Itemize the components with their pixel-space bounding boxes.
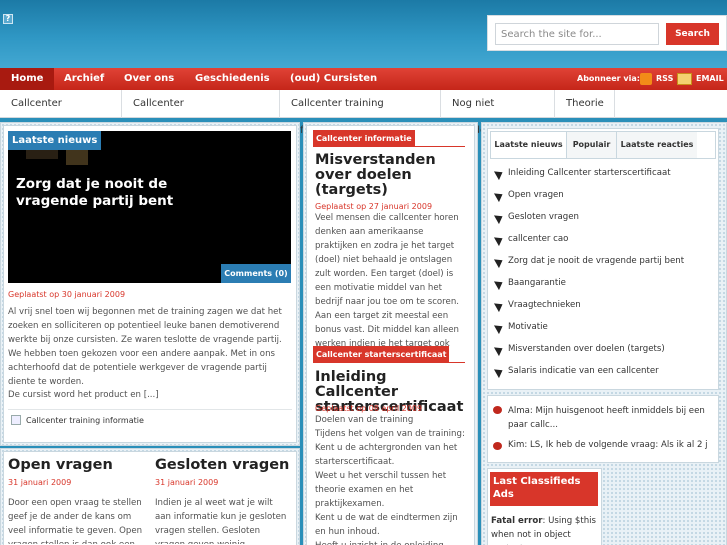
sidebar-item-label[interactable]: Inleiding Callcenter starterscertificaat <box>508 168 671 178</box>
featured-label: Laatste nieuws <box>8 131 102 150</box>
site-header: ? Search <box>0 0 727 68</box>
post-meta: 31 januari 2009 <box>155 478 219 487</box>
sidebar-tabs: Laatste nieuws Populair Laatste reacties <box>490 131 716 159</box>
featured-title[interactable]: Zorg dat je nooit de vragende partij ben… <box>16 176 176 210</box>
featured-body: Al vrij snel toen wij begonnen met de tr… <box>8 307 282 387</box>
sidebar-item-label[interactable]: Motivatie <box>508 322 548 332</box>
post-category-tag[interactable]: Callcenter informatie <box>313 130 415 147</box>
email-link[interactable]: EMAIL <box>696 68 724 90</box>
tab-laatste-reacties[interactable]: Laatste reacties <box>617 132 697 158</box>
tab-laatste-nieuws[interactable]: Laatste nieuws <box>491 132 567 158</box>
search-button[interactable]: Search <box>666 23 719 45</box>
rss-link[interactable]: RSS <box>656 68 673 90</box>
sidebar-item-label[interactable]: Baangarantie <box>508 278 566 288</box>
subscribe-label: Abonneer via: <box>577 74 640 83</box>
sidebar-item-label[interactable]: Gesloten vragen <box>508 212 579 222</box>
category-theorie[interactable]: Theorie <box>555 90 615 118</box>
sidebar-item-label[interactable]: callcenter cao <box>508 234 568 244</box>
category-bar: Callcenter informatie Callcenter starter… <box>0 90 727 136</box>
rss-icon[interactable] <box>640 73 652 85</box>
recent-comment-text[interactable]: Alma: Mijn huisgenoot heeft inmiddels bi… <box>508 404 705 432</box>
category-nog-niet-ingedeeld[interactable]: Nog niet ingedeeld <box>441 90 555 136</box>
recent-comment[interactable]: Alma: Mijn huisgenoot heeft inmiddels bi… <box>493 404 705 432</box>
sidebar-item-label[interactable]: Salaris indicatie van een callcenter <box>508 366 659 376</box>
sidebar-list-item[interactable]: Salaris indicatie van een callcenter <box>493 365 659 379</box>
comment-bubble-icon <box>493 406 502 414</box>
sidebar-list-item[interactable]: Gesloten vragen <box>493 211 579 225</box>
nav-cursisten[interactable]: (oud) Cursisten <box>279 68 388 90</box>
featured-divider <box>8 409 292 410</box>
sidebar-list-item[interactable]: Open vragen <box>493 189 564 203</box>
category-starterscertificaat[interactable]: Callcenter starterscertificaat <box>122 90 280 136</box>
error-label: Fatal error <box>491 516 543 526</box>
featured-meta: Geplaatst op 30 januari 2009 <box>8 290 126 299</box>
nav-over-ons[interactable]: Over ons <box>113 68 185 90</box>
nav-geschiedenis[interactable]: Geschiedenis <box>184 68 281 90</box>
post-meta: 31 januari 2009 <box>8 478 72 487</box>
comment-bubble-icon <box>493 442 502 450</box>
sidebar-item-label[interactable]: Zorg dat je nooit de vragende partij ben… <box>508 256 684 266</box>
sidebar-item-label[interactable]: Vraagtechnieken <box>508 300 581 310</box>
post-meta: Geplaatst op 08 april 2009 <box>315 404 423 413</box>
post-category-tag[interactable]: Callcenter starterscertificaat <box>313 346 450 363</box>
search-input[interactable] <box>495 23 659 45</box>
featured-category-link[interactable]: Callcenter training informatie <box>26 416 144 425</box>
category-callcenter-informatie[interactable]: Callcenter informatie <box>0 90 122 136</box>
sidebar-list-item[interactable]: Baangarantie <box>493 277 566 291</box>
sidebar-list-item[interactable]: Inleiding Callcenter starterscertificaat <box>493 167 671 181</box>
category-folder-icon <box>11 415 21 425</box>
sidebar-list-item[interactable]: Misverstanden over doelen (targets) <box>493 343 665 357</box>
post-body: Doelen van de training Tijdens het volge… <box>315 415 465 545</box>
tab-populair[interactable]: Populair <box>567 132 617 158</box>
post-title[interactable]: Misverstanden over doelen (targets) <box>315 153 465 198</box>
recent-comment-text[interactable]: Kim: LS, Ik heb de volgende vraag: Als i… <box>508 440 708 450</box>
main-nav: Home Archief Over ons Geschiedenis (oud)… <box>0 68 727 90</box>
category-training-informatie[interactable]: Callcenter training informatie <box>280 90 441 136</box>
sidebar-list-item[interactable]: callcenter cao <box>493 233 568 247</box>
post-title-open-vragen[interactable]: Open vragen <box>8 458 113 473</box>
nav-archief[interactable]: Archief <box>53 68 115 90</box>
featured-comments-link[interactable]: Comments (0) <box>221 264 291 283</box>
post-title-gesloten-vragen[interactable]: Gesloten vragen <box>155 458 289 473</box>
sidebar-list-item[interactable]: Zorg dat je nooit de vragende partij ben… <box>493 255 684 269</box>
tag-underline <box>313 146 465 147</box>
post-meta: Geplaatst op 27 januari 2009 <box>315 202 433 211</box>
sidebar-item-label[interactable]: Misverstanden over doelen (targets) <box>508 344 665 354</box>
post-body: Indien je al weet wat je wilt aan inform… <box>155 498 287 544</box>
sidebar-list-item[interactable]: Motivatie <box>493 321 548 335</box>
tag-underline <box>313 362 465 363</box>
search-box: Search <box>487 15 727 51</box>
sidebar-list-item[interactable]: Vraagtechnieken <box>493 299 581 313</box>
sidebar-item-label[interactable]: Open vragen <box>508 190 564 200</box>
recent-comment[interactable]: Kim: LS, Ik heb de volgende vraag: Als i… <box>493 440 708 450</box>
featured-body-end: De cursist word het product en [...] <box>8 390 159 400</box>
post-body: Veel mensen die callcenter horen denken … <box>315 213 459 347</box>
broken-image-icon: ? <box>3 14 13 24</box>
classifieds-error: Fatal error: Using $this when not in obj… <box>491 514 600 545</box>
email-icon[interactable] <box>677 73 692 85</box>
classifieds-title: Last Classifieds Ads <box>490 472 598 506</box>
post-body: Door een open vraag te stellen geef je d… <box>8 498 143 544</box>
nav-home[interactable]: Home <box>0 68 55 90</box>
